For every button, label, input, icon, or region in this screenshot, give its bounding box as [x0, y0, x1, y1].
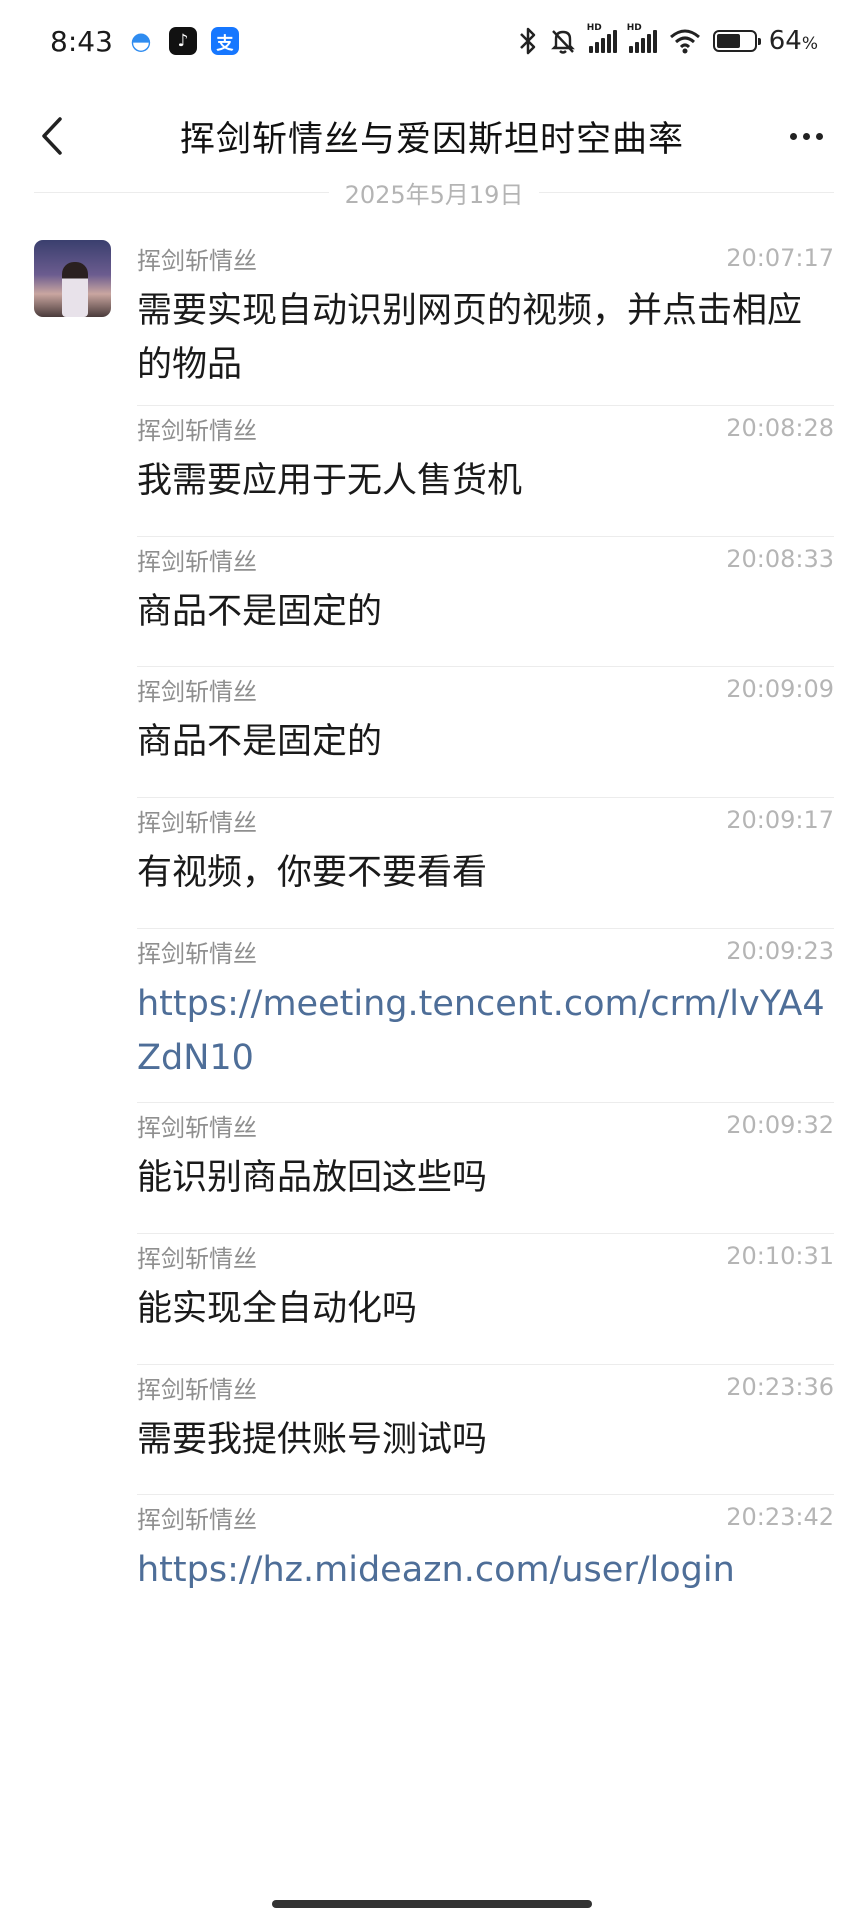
message-text: 有视频，你要不要看看: [137, 853, 488, 893]
message-item[interactable]: 挥剑斩情丝 20:09:17 有视频，你要不要看看: [137, 798, 834, 929]
wifi-icon: [669, 28, 701, 54]
chat-bubble-icon: ◓: [130, 27, 152, 55]
more-dot-icon: [789, 132, 797, 140]
date-divider-left: [34, 191, 329, 193]
message-header: 挥剑斩情丝 20:10:31: [137, 1234, 834, 1274]
message-sender: 挥剑斩情丝: [137, 808, 257, 837]
battery-fill: [716, 34, 740, 48]
signal-1-hd-label: HD: [586, 23, 602, 33]
message-item[interactable]: 挥剑斩情丝 20:09:09 商品不是固定的: [137, 667, 834, 798]
message-header: 挥剑斩情丝 20:08:33: [137, 537, 834, 577]
message-header: 挥剑斩情丝 20:23:42: [137, 1495, 834, 1535]
message-text: 需要实现自动识别网页的视频，并点击相应的物品: [137, 291, 803, 385]
bluetooth-icon: [519, 27, 537, 55]
status-right: HD HD 64%: [519, 23, 818, 56]
message-time: 20:09:32: [726, 1111, 834, 1139]
mute-bell-icon: [549, 27, 577, 55]
signal-1-icon: HD: [587, 23, 617, 53]
message-sender: 挥剑斩情丝: [137, 1244, 257, 1273]
message-sender: 挥剑斩情丝: [137, 1505, 257, 1534]
message-item[interactable]: 挥剑斩情丝 20:09:23 https://meeting.tencent.com…: [137, 929, 834, 1103]
alipay-icon: 支: [210, 27, 239, 55]
message-time: 20:07:17: [726, 244, 834, 272]
message-sender: 挥剑斩情丝: [137, 677, 257, 706]
battery-percent-unit: %: [801, 34, 818, 54]
signal-2-icon: HD: [627, 23, 657, 53]
message-sender: 挥剑斩情丝: [137, 1375, 257, 1404]
message-text: 能实现全自动化吗: [137, 1289, 418, 1329]
message-header: 挥剑斩情丝 20:09:09: [137, 667, 834, 707]
message-time: 20:23:42: [726, 1503, 834, 1531]
message-sender: 挥剑斩情丝: [137, 939, 257, 968]
message-time: 20:09:09: [726, 675, 834, 703]
message-item[interactable]: 挥剑斩情丝 20:09:32 能识别商品放回这些吗: [137, 1103, 834, 1234]
battery-percent: 64%: [769, 26, 818, 56]
message-item[interactable]: 挥剑斩情丝 20:08:33 商品不是固定的: [137, 537, 834, 667]
message-item[interactable]: 挥剑斩情丝 20:23:36 需要我提供账号测试吗: [137, 1365, 834, 1495]
message-header: 挥剑斩情丝 20:09:32: [137, 1103, 834, 1143]
date-text: 2025年5月19日: [344, 180, 524, 209]
signal-2-hd-label: HD: [626, 23, 642, 33]
message-time: 20:09:23: [726, 937, 834, 965]
message-header: 挥剑斩情丝 20:09:23: [137, 929, 834, 969]
sender-avatar[interactable]: [34, 240, 111, 317]
message-header: 挥剑斩情丝 20:23:36: [137, 1365, 834, 1405]
battery-icon: [712, 30, 761, 52]
message-sender: 挥剑斩情丝: [137, 416, 257, 445]
message-header: 挥剑斩情丝 20:09:17: [137, 798, 834, 838]
battery-percent-value: 64: [768, 26, 802, 56]
avatar-person-icon: [62, 262, 88, 317]
message-sender: 挥剑斩情丝: [137, 1113, 257, 1142]
message-list: 挥剑斩情丝 20:07:17 需要实现自动识别网页的视频，并点击相应的物品 挥剑斩情丝…: [137, 236, 834, 1625]
status-time: 8:43: [50, 24, 113, 58]
message-text: 商品不是固定的: [137, 722, 383, 762]
message-time: 20:08:28: [726, 414, 834, 442]
message-time: 20:23:36: [726, 1373, 834, 1401]
message-item[interactable]: 挥剑斩情丝 20:07:17 需要实现自动识别网页的视频，并点击相应的物品: [137, 236, 834, 406]
message-time: 20:10:31: [726, 1242, 834, 1270]
message-text: 商品不是固定的: [137, 592, 383, 632]
status-left: 8:43 ◓ ♪ 支: [50, 25, 239, 58]
chevron-left-icon: [42, 117, 62, 155]
message-time: 20:08:33: [726, 545, 834, 573]
tiktok-icon: ♪: [168, 27, 197, 55]
back-button[interactable]: [30, 108, 74, 164]
more-options-button[interactable]: [778, 114, 834, 158]
home-indicator[interactable]: [272, 1900, 592, 1908]
more-dot-icon: [815, 132, 823, 140]
message-time: 20:09:17: [726, 806, 834, 834]
chat-title: 挥剑斩情丝与爱因斯坦时空曲率: [179, 119, 684, 160]
message-text: 我需要应用于无人售货机: [137, 461, 523, 501]
date-divider-right: [539, 191, 835, 193]
message-item[interactable]: 挥剑斩情丝 20:08:28 我需要应用于无人售货机: [137, 406, 834, 537]
status-bar: 8:43 ◓ ♪ 支 HD HD 64%: [0, 0, 864, 82]
message-link[interactable]: https://meeting.tencent.com/crm/lvYA4ZdN…: [137, 969, 834, 1085]
message-item[interactable]: 挥剑斩情丝 20:23:42 https://hz.mideazn.com/user…: [137, 1495, 834, 1625]
message-sender: 挥剑斩情丝: [137, 547, 257, 576]
message-text: 能识别商品放回这些吗: [137, 1158, 488, 1198]
message-header: 挥剑斩情丝 20:07:17: [137, 236, 834, 276]
message-item[interactable]: 挥剑斩情丝 20:10:31 能实现全自动化吗: [137, 1234, 834, 1365]
more-dot-icon: [802, 132, 810, 140]
message-header: 挥剑斩情丝 20:08:28: [137, 406, 834, 446]
message-text: 需要我提供账号测试吗: [137, 1420, 488, 1460]
date-separator: 2025年5月19日: [34, 172, 835, 212]
message-link[interactable]: https://hz.mideazn.com/user/login: [137, 1535, 834, 1597]
message-sender: 挥剑斩情丝: [137, 246, 257, 275]
